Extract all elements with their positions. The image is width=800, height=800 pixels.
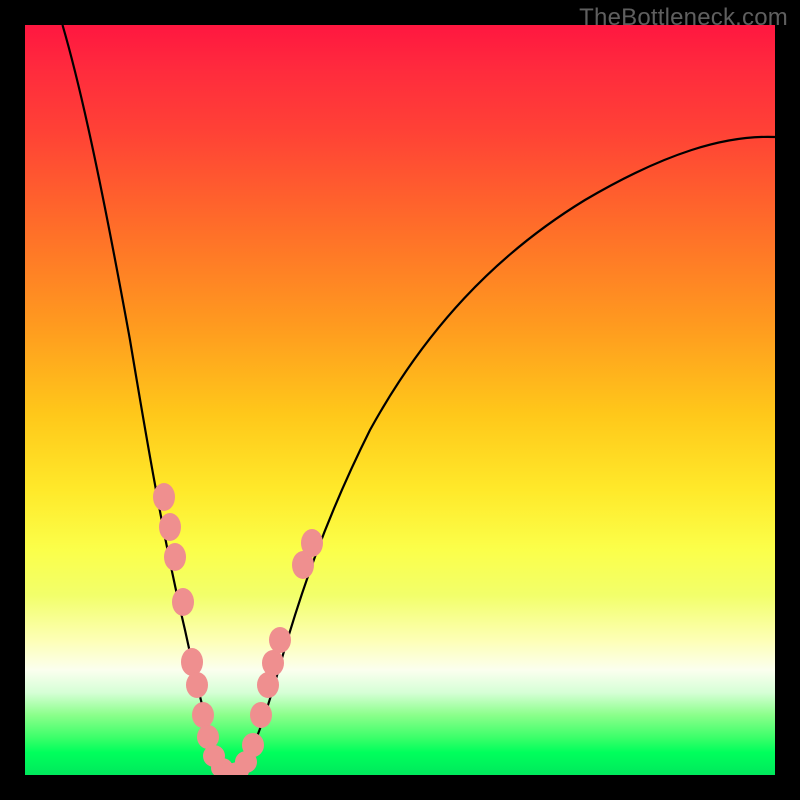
chart-frame: TheBottleneck.com xyxy=(0,0,800,800)
curves-svg xyxy=(25,25,775,775)
watermark-text: TheBottleneck.com xyxy=(579,4,788,32)
marker-group xyxy=(153,483,323,775)
plot-area xyxy=(25,25,775,775)
left-curve xyxy=(63,25,232,773)
right-curve xyxy=(237,137,775,773)
